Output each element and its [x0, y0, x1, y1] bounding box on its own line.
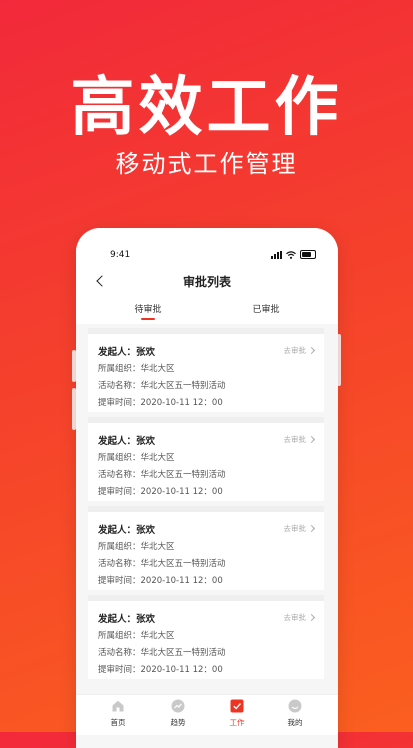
card-initiator: 发起人：张欢 [98, 347, 156, 358]
tabbar-item-home[interactable]: 首页 [93, 699, 143, 728]
tab-active-indicator [141, 318, 155, 320]
approval-card[interactable]: 发起人：张欢 去审批 所属组织：华北大区 活动名称：华北大区五一特别活动 提审时… [88, 328, 324, 412]
approval-card[interactable]: 发起人：张欢 去审批 所属组织：华北大区 活动名称：华北大区五一特别活动 提审时… [88, 417, 324, 501]
go-approve-button[interactable]: 去审批 [283, 434, 316, 445]
card-activity: 活动名称：华北大区五一特别活动 [98, 381, 226, 391]
home-icon [112, 700, 124, 712]
card-activity: 活动名称：华北大区五一特别活动 [98, 559, 226, 569]
status-icons [271, 250, 316, 259]
card-time: 提审时间：2020-10-11 12：00 [98, 398, 223, 408]
card-org: 所属组织：华北大区 [98, 542, 175, 552]
hero-subtitle: 移动式工作管理 [115, 150, 298, 178]
card-org: 所属组织：华北大区 [98, 453, 175, 463]
tabbar-label-trend: 趋势 [170, 718, 186, 727]
tabbar-item-profile[interactable]: 我的 [270, 699, 320, 728]
status-time: 9:41 [110, 250, 131, 260]
phone-screen: 9:41 审批列表 待审批 已审批 发起人：张欢 去审批 所属组织：华北大区 活… [76, 228, 338, 748]
hero-title: 高效工作 [70, 71, 343, 145]
work-check-icon [230, 699, 244, 713]
go-approve-label: 去审批 [283, 435, 307, 444]
go-approve-label: 去审批 [283, 346, 307, 355]
tabbar-item-trend[interactable]: 趋势 [153, 699, 203, 728]
approval-card[interactable]: 发起人：张欢 去审批 所属组织：华北大区 活动名称：华北大区五一特别活动 提审时… [88, 595, 324, 679]
tab-approved[interactable]: 已审批 [216, 302, 316, 315]
card-time: 提审时间：2020-10-11 12：00 [98, 665, 223, 675]
tab-bar: 待审批 已审批 [76, 298, 338, 324]
wifi-icon [286, 250, 296, 259]
tabbar-label-work: 工作 [229, 718, 245, 727]
go-approve-label: 去审批 [283, 524, 307, 533]
card-time: 提审时间：2020-10-11 12：00 [98, 487, 223, 497]
card-activity: 活动名称：华北大区五一特别活动 [98, 470, 226, 480]
page-title: 审批列表 [182, 275, 231, 289]
card-initiator: 发起人：张欢 [98, 436, 156, 447]
tab-pending[interactable]: 待审批 [98, 302, 198, 315]
tabbar-item-work[interactable]: 工作 [212, 699, 262, 728]
card-activity: 活动名称：华北大区五一特别活动 [98, 648, 226, 658]
card-initiator: 发起人：张欢 [98, 614, 156, 625]
go-approve-button[interactable]: 去审批 [283, 612, 316, 623]
chevron-right-icon [307, 346, 316, 355]
card-time: 提审时间：2020-10-11 12：00 [98, 576, 223, 586]
bottom-tabbar: 首页 趋势 工作 我的 [76, 694, 338, 735]
tabbar-label-profile: 我的 [287, 718, 303, 727]
go-approve-button[interactable]: 去审批 [283, 523, 316, 534]
chevron-right-icon [307, 613, 316, 622]
card-org: 所属组织：华北大区 [98, 364, 175, 374]
trend-icon [171, 699, 185, 713]
card-initiator: 发起人：张欢 [98, 525, 156, 536]
chevron-right-icon [307, 435, 316, 444]
profile-icon [288, 699, 302, 713]
chevron-right-icon [307, 524, 316, 533]
approval-card[interactable]: 发起人：张欢 去审批 所属组织：华北大区 活动名称：华北大区五一特别活动 提审时… [88, 506, 324, 590]
go-approve-label: 去审批 [283, 613, 307, 622]
battery-icon [300, 250, 316, 259]
tabbar-label-home: 首页 [110, 718, 126, 727]
nav-bar: 审批列表 [76, 268, 338, 298]
status-bar: 9:41 [76, 228, 338, 268]
go-approve-button[interactable]: 去审批 [283, 345, 316, 356]
signal-icon [271, 250, 282, 259]
card-org: 所属组织：华北大区 [98, 631, 175, 641]
